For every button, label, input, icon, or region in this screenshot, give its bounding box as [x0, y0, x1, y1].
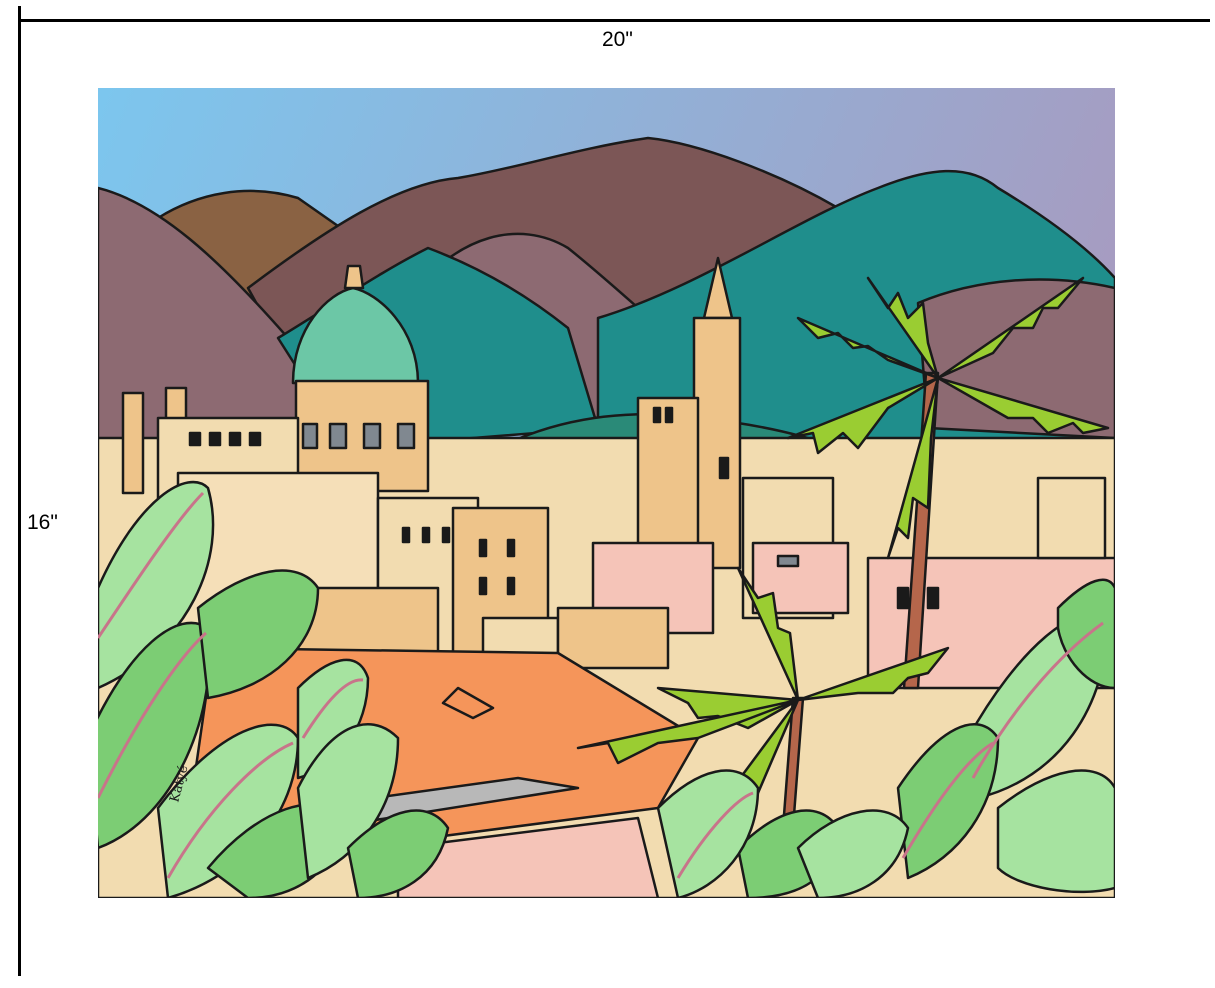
width-label: 20" — [602, 28, 633, 51]
width-dimension-line — [20, 19, 1210, 22]
bell-tower — [692, 316, 742, 570]
height-label: 16" — [27, 511, 58, 534]
left-tower-1 — [121, 391, 145, 495]
building-roof-tan — [556, 606, 670, 670]
painting: Katyé — [98, 88, 1115, 898]
dome-lantern — [343, 264, 365, 290]
height-dimension-line — [18, 6, 21, 976]
